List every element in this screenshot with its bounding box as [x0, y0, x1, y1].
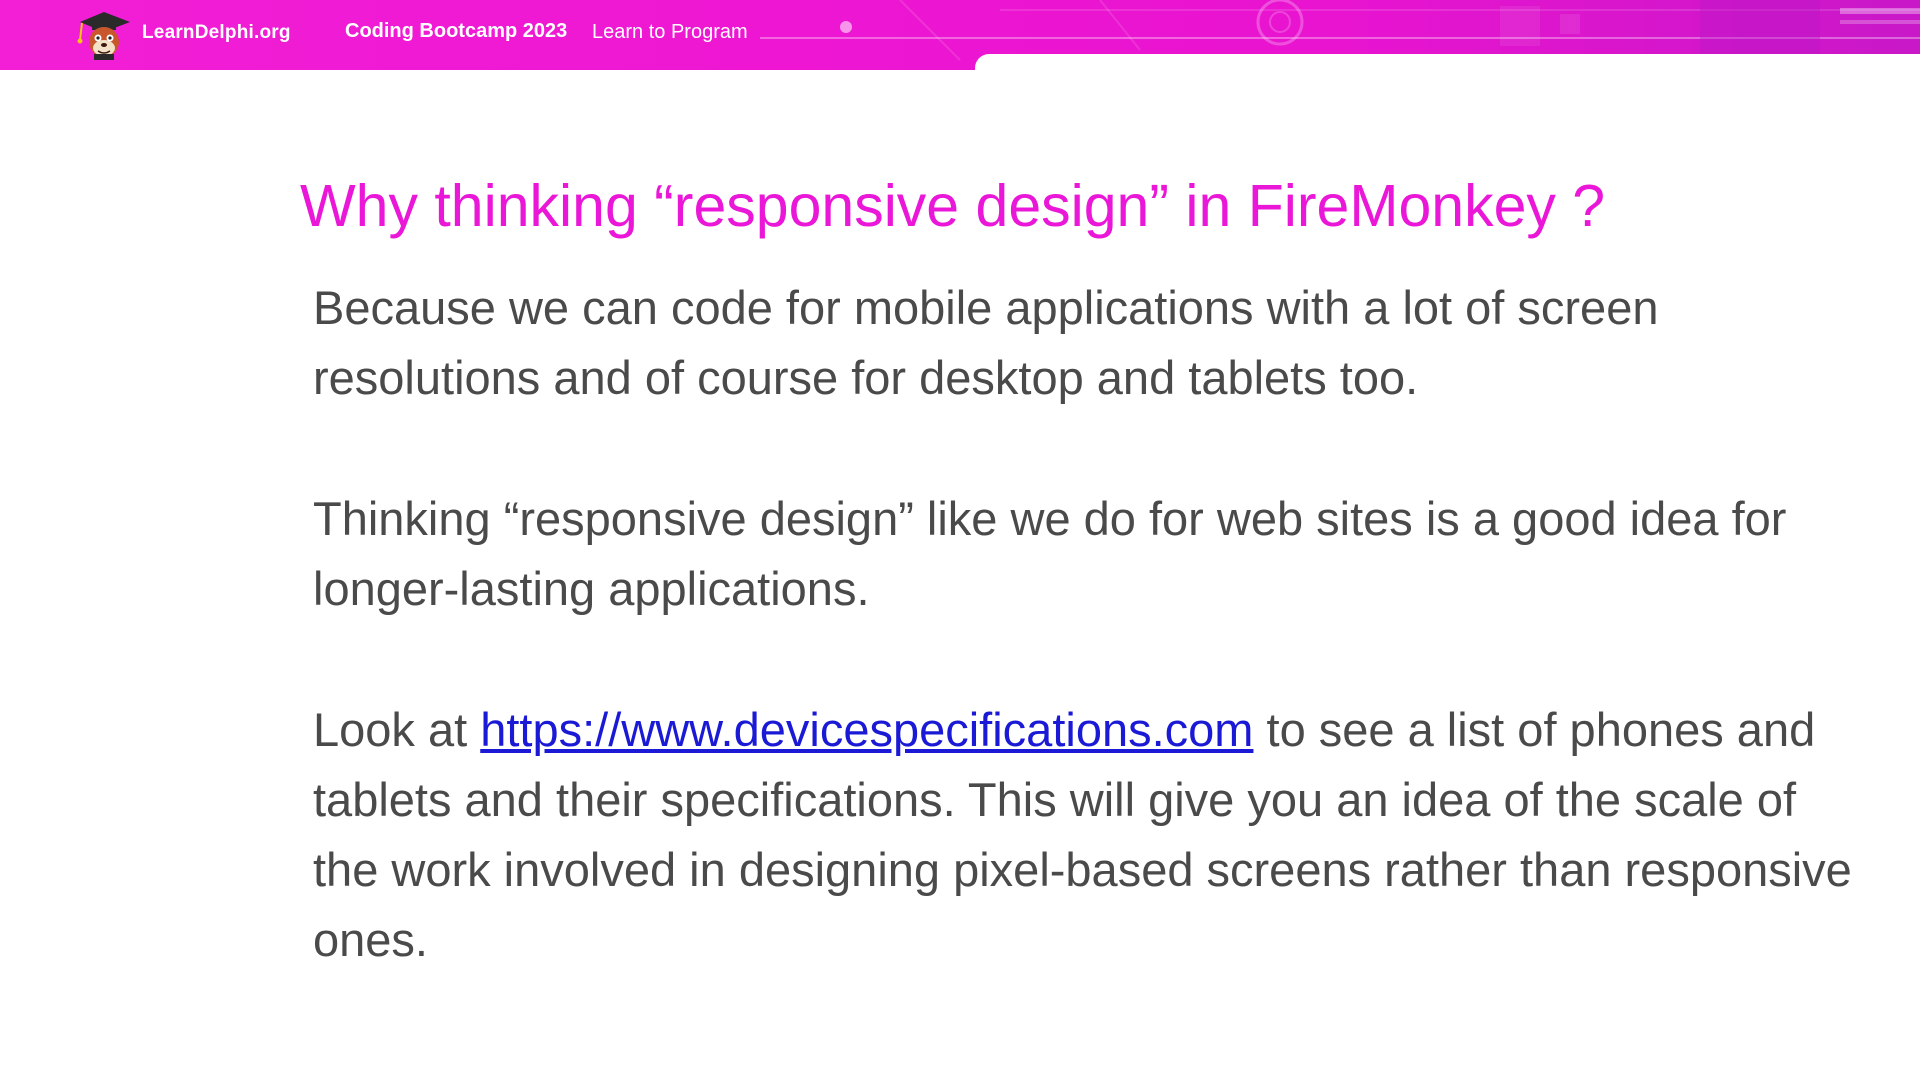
slide: LearnDelphi.org Coding Bootcamp 2023 Lea…	[0, 0, 1920, 1080]
paragraph-prefix: Look at	[313, 703, 481, 756]
paragraph-screen-resolutions: Because we can code for mobile applicati…	[313, 281, 1659, 404]
slide-title: Why thinking “responsive design” in Fire…	[300, 173, 1606, 239]
devicespecifications-link[interactable]: https://www.devicespecifications.com	[480, 703, 1253, 756]
bootcamp-title: Coding Bootcamp 2023	[345, 20, 568, 42]
learndelphi-mascot-icon	[77, 12, 130, 60]
paragraph-device-specifications: Look at https://www.devicespecifications…	[313, 695, 1853, 975]
paragraph-responsive-design: Thinking “responsive design” like we do …	[313, 492, 1787, 615]
bootcamp-subtitle: Learn to Program	[592, 21, 748, 43]
logo-text: LearnDelphi.org	[142, 22, 291, 43]
header-cutout	[975, 54, 1920, 84]
